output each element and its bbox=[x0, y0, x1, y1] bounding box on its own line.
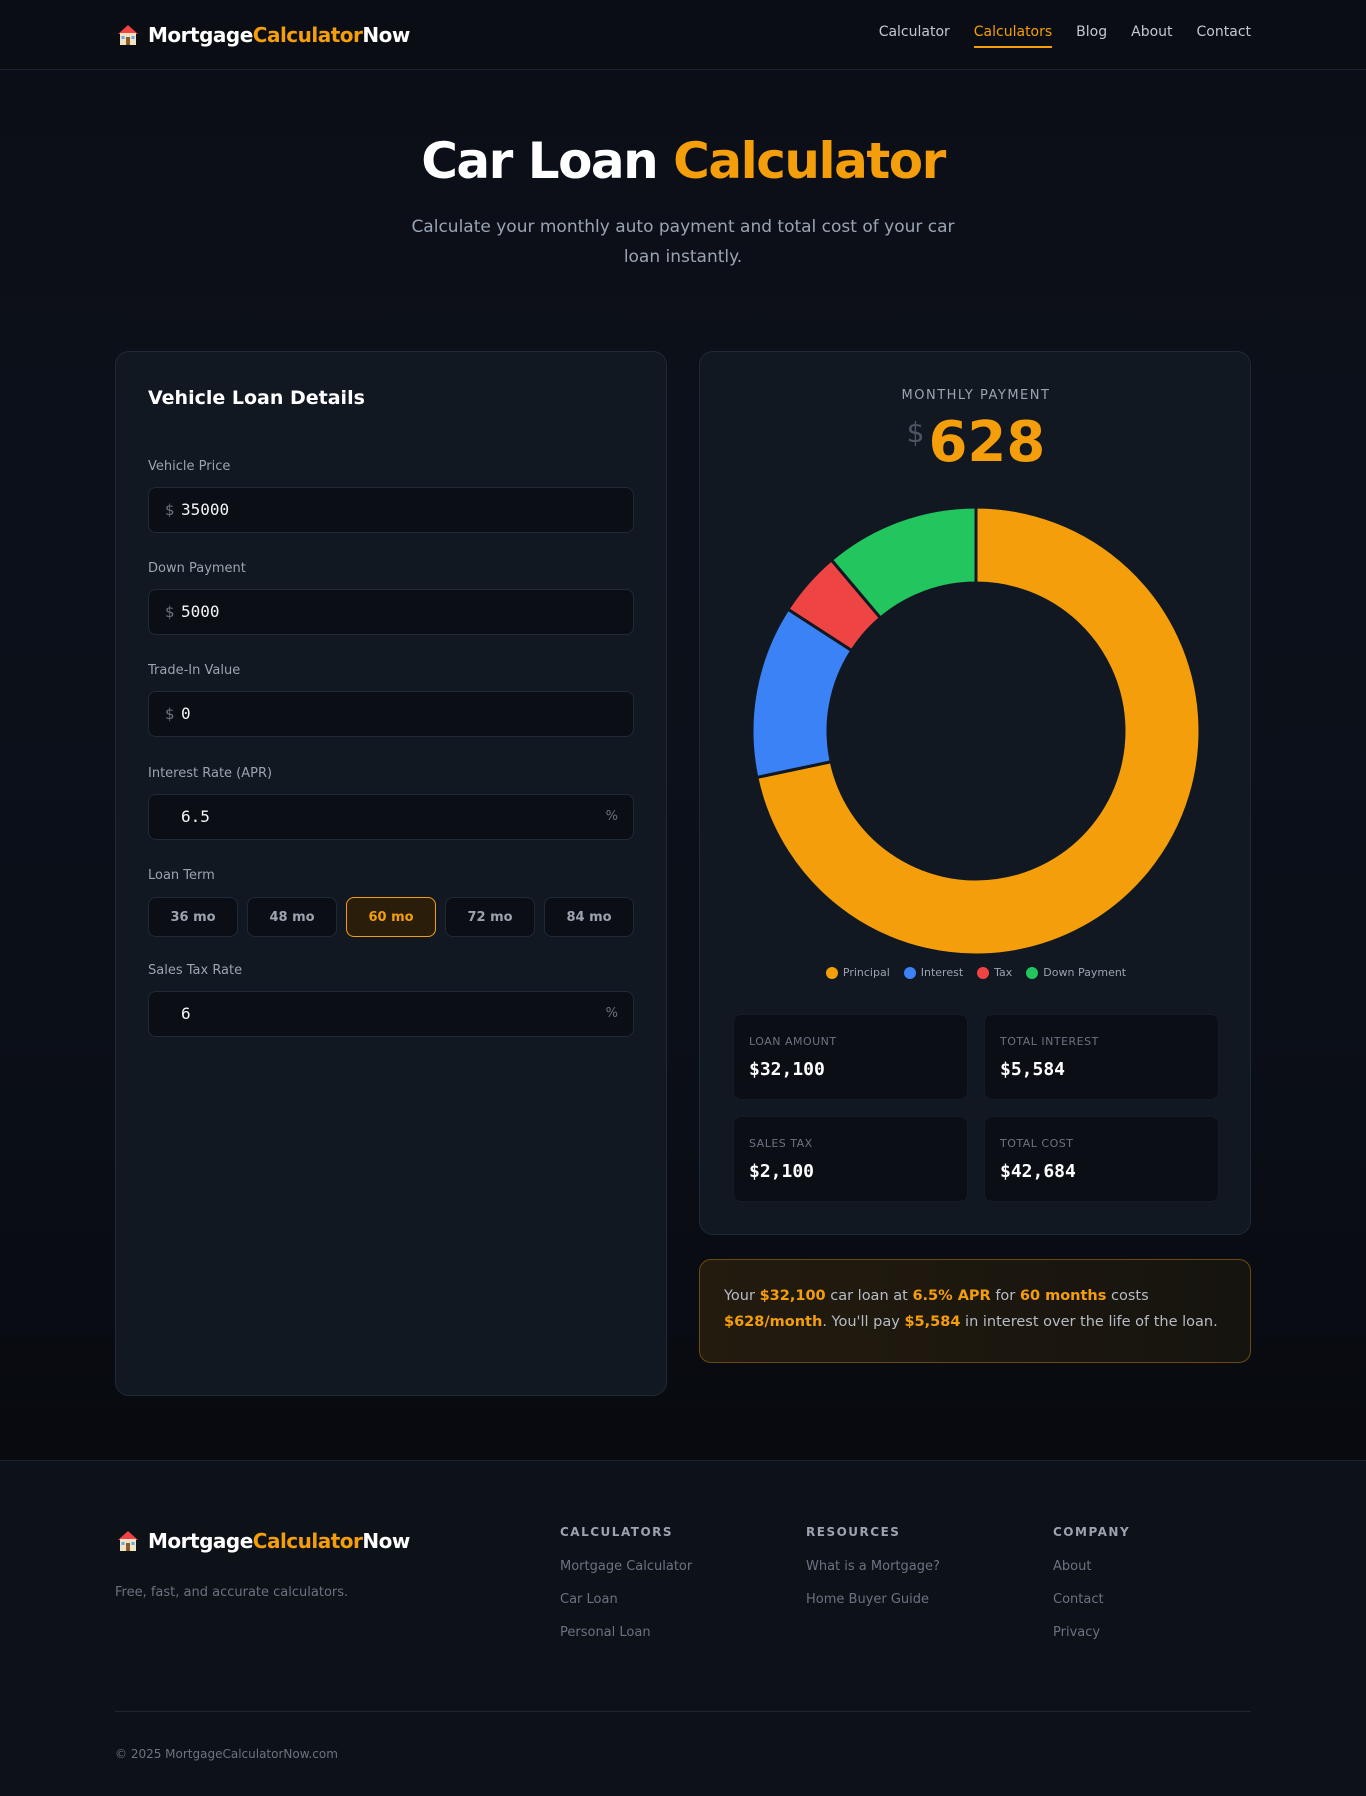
sales-tax-input[interactable]: 6 % bbox=[148, 991, 634, 1037]
footer-column-calculators: CALCULATORS Mortgage Calculator Car Loan… bbox=[560, 1525, 692, 1658]
summary-interest: $5,584 bbox=[904, 1314, 961, 1330]
logo-text: MortgageCalculatorNow bbox=[148, 1529, 410, 1553]
nav-contact[interactable]: Contact bbox=[1197, 24, 1251, 48]
vehicle-price-value: 35000 bbox=[181, 500, 230, 519]
summary-loan-amount: $32,100 bbox=[759, 1288, 826, 1304]
term-option-36[interactable]: 36 mo bbox=[148, 897, 238, 937]
summary-apr: 6.5% APR bbox=[912, 1288, 991, 1304]
trade-in-value: 0 bbox=[181, 704, 191, 723]
card-title: Vehicle Loan Details bbox=[148, 387, 365, 409]
stat-total-interest: TOTAL INTEREST $5,584 bbox=[984, 1014, 1219, 1100]
loan-term-label: Loan Term bbox=[148, 868, 215, 883]
footer-link[interactable]: Contact bbox=[1053, 1592, 1130, 1607]
house-icon bbox=[118, 1531, 138, 1551]
stat-label: TOTAL COST bbox=[1000, 1137, 1074, 1150]
legend-label: Interest bbox=[920, 966, 964, 979]
legend-swatch-down-payment bbox=[1026, 966, 1039, 979]
summary-months: 60 months bbox=[1019, 1288, 1107, 1304]
stat-sales-tax: SALES TAX $2,100 bbox=[733, 1116, 968, 1202]
stat-total-cost: TOTAL COST $42,684 bbox=[984, 1116, 1219, 1202]
legend-item-interest[interactable]: Interest bbox=[903, 966, 964, 979]
monthly-payment-label: MONTHLY PAYMENT bbox=[901, 388, 1051, 403]
interest-rate-value: 6.5 bbox=[181, 807, 210, 826]
footer-link[interactable]: What is a Mortgage? bbox=[806, 1559, 940, 1574]
interest-rate-label: Interest Rate (APR) bbox=[148, 766, 273, 781]
legend-item-principal[interactable]: Principal bbox=[825, 966, 890, 979]
summary-monthly: $628/month bbox=[724, 1314, 823, 1330]
loan-summary: Your $32,100 car loan at 6.5% APR for 60… bbox=[699, 1259, 1251, 1363]
main-nav: Calculator Calculators Blog About Contac… bbox=[879, 24, 1251, 48]
site-footer: MortgageCalculatorNow Free, fast, and ac… bbox=[0, 1460, 1366, 1796]
footer-link[interactable]: About bbox=[1053, 1559, 1130, 1574]
copyright: © 2025 MortgageCalculatorNow.com bbox=[115, 1747, 338, 1761]
footer-link[interactable]: Car Loan bbox=[560, 1592, 692, 1607]
monthly-payment-value: 628 bbox=[928, 410, 1046, 475]
results-card: MONTHLY PAYMENT $628 Principal Interest … bbox=[699, 351, 1251, 1235]
payment-breakdown-donut-chart bbox=[750, 505, 1202, 957]
dollar-prefix: $ bbox=[165, 603, 175, 621]
trade-in-input[interactable]: $ 0 bbox=[148, 691, 634, 737]
stat-value: $5,584 bbox=[1000, 1059, 1066, 1080]
term-option-72[interactable]: 72 mo bbox=[445, 897, 535, 937]
sales-tax-value: 6 bbox=[181, 1004, 191, 1023]
footer-link[interactable]: Home Buyer Guide bbox=[806, 1592, 940, 1607]
percent-suffix: % bbox=[605, 809, 618, 824]
stat-label: TOTAL INTEREST bbox=[1000, 1035, 1099, 1048]
stat-value: $42,684 bbox=[1000, 1161, 1076, 1182]
stat-value: $32,100 bbox=[749, 1059, 825, 1080]
legend-swatch-principal bbox=[825, 966, 838, 979]
footer-column-title: RESOURCES bbox=[806, 1525, 901, 1539]
footer-tagline: Free, fast, and accurate calculators. bbox=[115, 1585, 349, 1600]
footer-link[interactable]: Privacy bbox=[1053, 1625, 1130, 1640]
page-title: Car Loan Calculator bbox=[421, 132, 946, 190]
footer-divider bbox=[115, 1711, 1251, 1712]
legend-swatch-tax bbox=[977, 966, 990, 979]
loan-term-selector: 36 mo 48 mo 60 mo 72 mo 84 mo bbox=[148, 897, 634, 937]
nav-blog[interactable]: Blog bbox=[1076, 24, 1107, 48]
dollar-prefix: $ bbox=[165, 705, 175, 723]
house-icon bbox=[118, 25, 138, 45]
currency-symbol: $ bbox=[906, 416, 925, 449]
stat-value: $2,100 bbox=[749, 1161, 815, 1182]
legend-label: Principal bbox=[842, 966, 890, 979]
legend-label: Tax bbox=[994, 966, 1013, 979]
logo-text: MortgageCalculatorNow bbox=[148, 23, 410, 47]
stat-label: LOAN AMOUNT bbox=[749, 1035, 837, 1048]
legend-item-down-payment[interactable]: Down Payment bbox=[1026, 966, 1126, 979]
site-logo[interactable]: MortgageCalculatorNow bbox=[116, 20, 410, 50]
legend-item-tax[interactable]: Tax bbox=[977, 966, 1012, 979]
page-subtitle: Calculate your monthly auto payment and … bbox=[411, 217, 955, 267]
nav-calculator[interactable]: Calculator bbox=[879, 24, 950, 48]
sales-tax-label: Sales Tax Rate bbox=[148, 963, 243, 978]
footer-column-resources: RESOURCES What is a Mortgage? Home Buyer… bbox=[806, 1525, 940, 1625]
monthly-payment: $628 bbox=[700, 410, 1252, 475]
down-payment-label: Down Payment bbox=[148, 561, 246, 576]
nav-calculators[interactable]: Calculators bbox=[973, 24, 1053, 48]
term-option-84[interactable]: 84 mo bbox=[544, 897, 634, 937]
footer-link[interactable]: Personal Loan bbox=[560, 1625, 692, 1640]
stat-label: SALES TAX bbox=[749, 1137, 813, 1150]
interest-rate-input[interactable]: 6.5 % bbox=[148, 794, 634, 840]
footer-column-title: CALCULATORS bbox=[560, 1525, 674, 1539]
trade-in-label: Trade-In Value bbox=[148, 663, 241, 678]
nav-about[interactable]: About bbox=[1131, 24, 1172, 48]
loan-details-card: Vehicle Loan Details Vehicle Price $ 350… bbox=[115, 351, 667, 1396]
footer-logo[interactable]: MortgageCalculatorNow bbox=[116, 1529, 410, 1553]
vehicle-price-label: Vehicle Price bbox=[148, 459, 231, 474]
down-payment-value: 5000 bbox=[181, 602, 220, 621]
footer-column-company: COMPANY About Contact Privacy bbox=[1053, 1525, 1130, 1658]
percent-suffix: % bbox=[605, 1006, 618, 1021]
legend-label: Down Payment bbox=[1043, 966, 1127, 979]
term-option-60[interactable]: 60 mo bbox=[346, 897, 436, 937]
stat-loan-amount: LOAN AMOUNT $32,100 bbox=[733, 1014, 968, 1100]
chart-legend: Principal Interest Tax Down Payment bbox=[700, 966, 1252, 979]
site-header: MortgageCalculatorNow Calculator Calcula… bbox=[0, 0, 1366, 70]
footer-column-title: COMPANY bbox=[1053, 1525, 1131, 1539]
footer-link[interactable]: Mortgage Calculator bbox=[560, 1559, 692, 1574]
term-option-48[interactable]: 48 mo bbox=[247, 897, 337, 937]
legend-swatch-interest bbox=[903, 966, 916, 979]
vehicle-price-input[interactable]: $ 35000 bbox=[148, 487, 634, 533]
down-payment-input[interactable]: $ 5000 bbox=[148, 589, 634, 635]
dollar-prefix: $ bbox=[165, 501, 175, 519]
